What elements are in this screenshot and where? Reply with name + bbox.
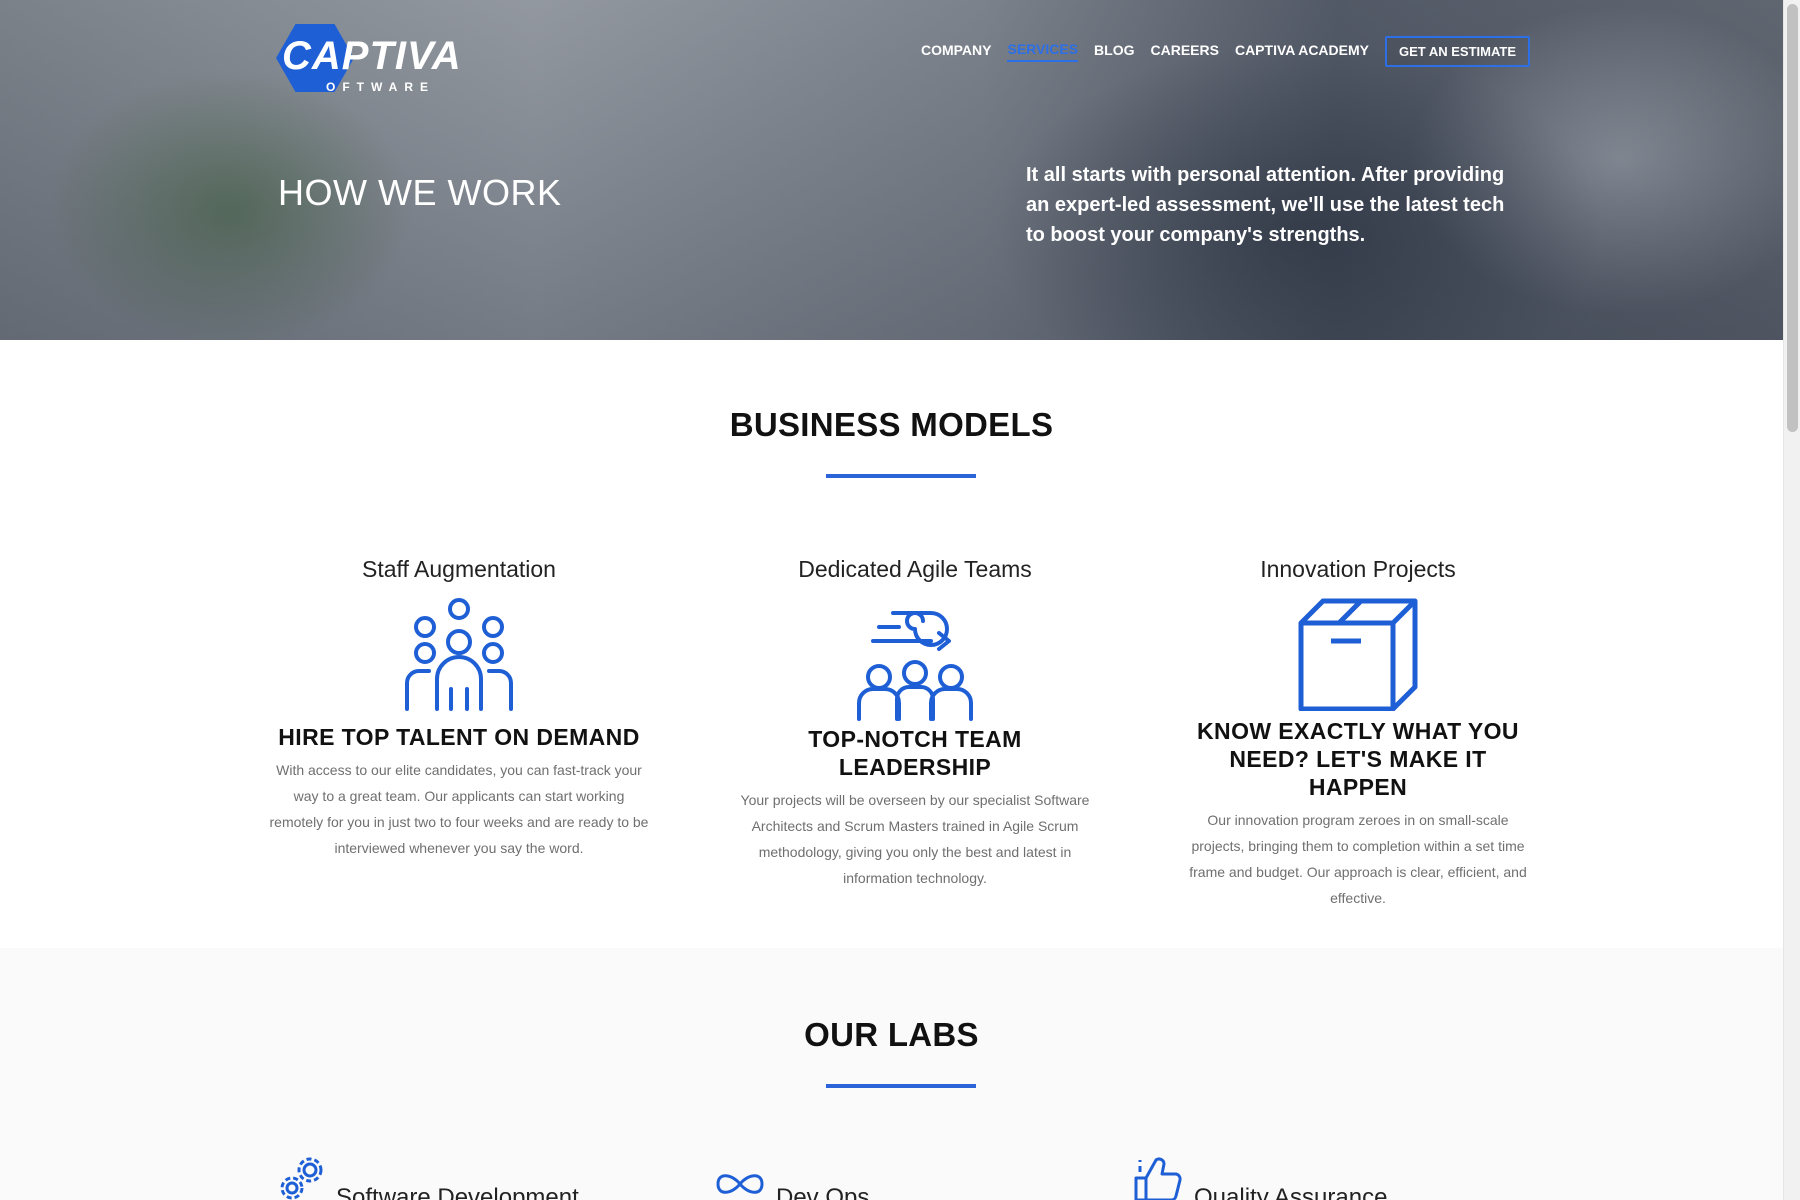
model-heading: TOP-NOTCH TEAM LEADERSHIP <box>808 726 1022 780</box>
labs-section <box>0 948 1783 1200</box>
get-estimate-button[interactable]: GET AN ESTIMATE <box>1385 36 1530 67</box>
labs-title: OUR LABS <box>804 1016 979 1053</box>
nav-careers[interactable]: CAREERS <box>1150 42 1218 61</box>
model-description: With access to our elite candidates, you… <box>269 762 649 856</box>
nav-services[interactable]: SERVICES <box>1007 41 1079 62</box>
logo-subtext: OFTWARE <box>326 80 435 94</box>
scrollbar-thumb[interactable] <box>1787 4 1798 432</box>
thumbs-up-icon <box>1134 1157 1182 1200</box>
hero-title: HOW WE WORK <box>278 172 562 213</box>
page-scrollbar[interactable] <box>1783 0 1800 1200</box>
box-icon <box>1298 598 1418 711</box>
logo-wordmark: CAPTIVA <box>282 34 462 78</box>
hero-text: It all starts with personal attention. A… <box>1026 164 1505 246</box>
model-name: Innovation Projects <box>1260 556 1456 582</box>
model-heading: HIRE TOP TALENT ON DEMAND <box>278 724 640 750</box>
gears-icon <box>280 1157 323 1200</box>
nav-company[interactable]: COMPANY <box>921 42 992 61</box>
lab-quality-assurance[interactable]: Quality Assurance <box>1132 1156 1387 1200</box>
model-staff-augmentation: Staff Augmentation HIRE TOP TALENT ON DE… <box>268 556 650 861</box>
nav-captiva-academy[interactable]: CAPTIVA ACADEMY <box>1235 42 1369 61</box>
model-description: Our innovation program zeroes in on smal… <box>1189 812 1527 906</box>
nav-blog[interactable]: BLOG <box>1094 42 1134 61</box>
lab-name: Quality Assurance <box>1194 1184 1388 1200</box>
agile-team-icon <box>857 611 973 721</box>
captiva-logo[interactable]: CAPTIVA OFTWARE <box>276 22 496 94</box>
model-heading: KNOW EXACTLY WHAT YOU NEED? LET'S MAKE I… <box>1197 718 1519 800</box>
team-group-icon <box>405 598 513 711</box>
lab-name: Dev Ops <box>776 1184 870 1200</box>
lab-name: Software Development <box>336 1184 579 1200</box>
model-innovation-projects: Innovation Projects KNOW EXACTLY WHAT YO… <box>1182 556 1534 911</box>
lab-dev-ops[interactable]: Dev Ops <box>714 1156 869 1200</box>
model-description: Your projects will be overseen by our sp… <box>740 792 1090 886</box>
labs-divider <box>826 1084 976 1088</box>
business-models-divider <box>826 474 976 478</box>
business-models-title: BUSINESS MODELS <box>729 406 1054 443</box>
lab-software-development[interactable]: Software Development <box>276 1156 579 1200</box>
hero-banner: CAPTIVA OFTWARE COMPANY SERVICES BLOG CA… <box>0 0 1783 340</box>
model-name: Dedicated Agile Teams <box>798 556 1032 582</box>
infinity-icon <box>716 1174 764 1194</box>
main-nav: COMPANY SERVICES BLOG CAREERS CAPTIVA AC… <box>905 36 1530 67</box>
model-dedicated-agile-teams: Dedicated Agile Teams TOP-NOTCH TEAM LEA… <box>732 556 1098 891</box>
model-name: Staff Augmentation <box>362 556 556 582</box>
